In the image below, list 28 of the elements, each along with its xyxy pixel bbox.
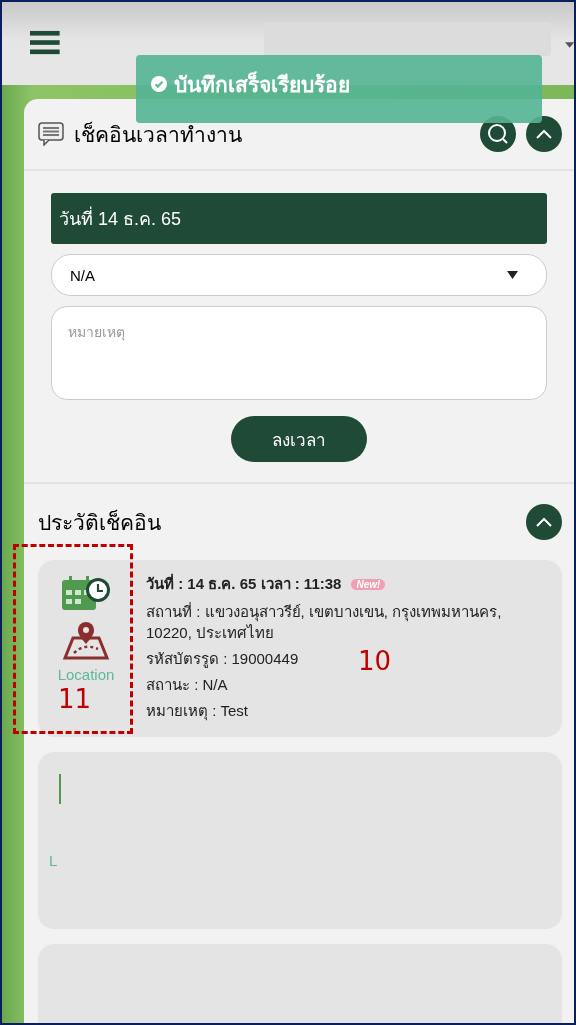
detail-text: รหัสบัตรรูด : 19000449 [146, 649, 299, 669]
collapse-button[interactable] [526, 116, 562, 152]
panel-title: เช็คอินเวลาทำงาน [74, 120, 243, 148]
submit-button[interactable]: ลงเวลา [231, 416, 367, 462]
checkin-datetime: วันที่ : 14 ธ.ค. 65 เวลา : 11:38 [146, 572, 342, 594]
collapse-button[interactable] [526, 504, 562, 540]
chat-icon [38, 122, 64, 146]
map-pin-icon [61, 620, 111, 660]
detail-text: หมายเหตุ : Test [146, 701, 248, 721]
search-icon [487, 123, 509, 145]
detail-text: สถานะ : N/A [146, 675, 228, 695]
check-circle-icon [151, 76, 167, 92]
annotation-number: 11 [58, 684, 92, 714]
location-label: L [49, 852, 58, 869]
status-select[interactable]: N/A [51, 254, 547, 296]
date-bar: วันที่ 14 ธ.ค. 65 [51, 193, 547, 244]
caret-icon[interactable] [564, 42, 574, 48]
toast-message: บันทึกเสร็จเรียบร้อย [174, 70, 350, 98]
dropdown-icon [507, 271, 518, 279]
new-badge: New! [351, 578, 386, 590]
menu-icon[interactable] [30, 30, 60, 56]
location-label: Location [57, 666, 115, 683]
chevron-icon [535, 128, 553, 140]
annotation-number: 10 [358, 646, 392, 676]
chevron-icon [535, 516, 553, 528]
note-field[interactable]: หมายเหตุ [51, 306, 547, 400]
detail-text: สถานที่ : แขวงอนุสาวรีย์, เขตบางเขน, กรุงเทพมหานคร, 10220, ประเทศไทย [146, 601, 503, 643]
history-title: ประวัติเช็คอิน [38, 508, 161, 536]
